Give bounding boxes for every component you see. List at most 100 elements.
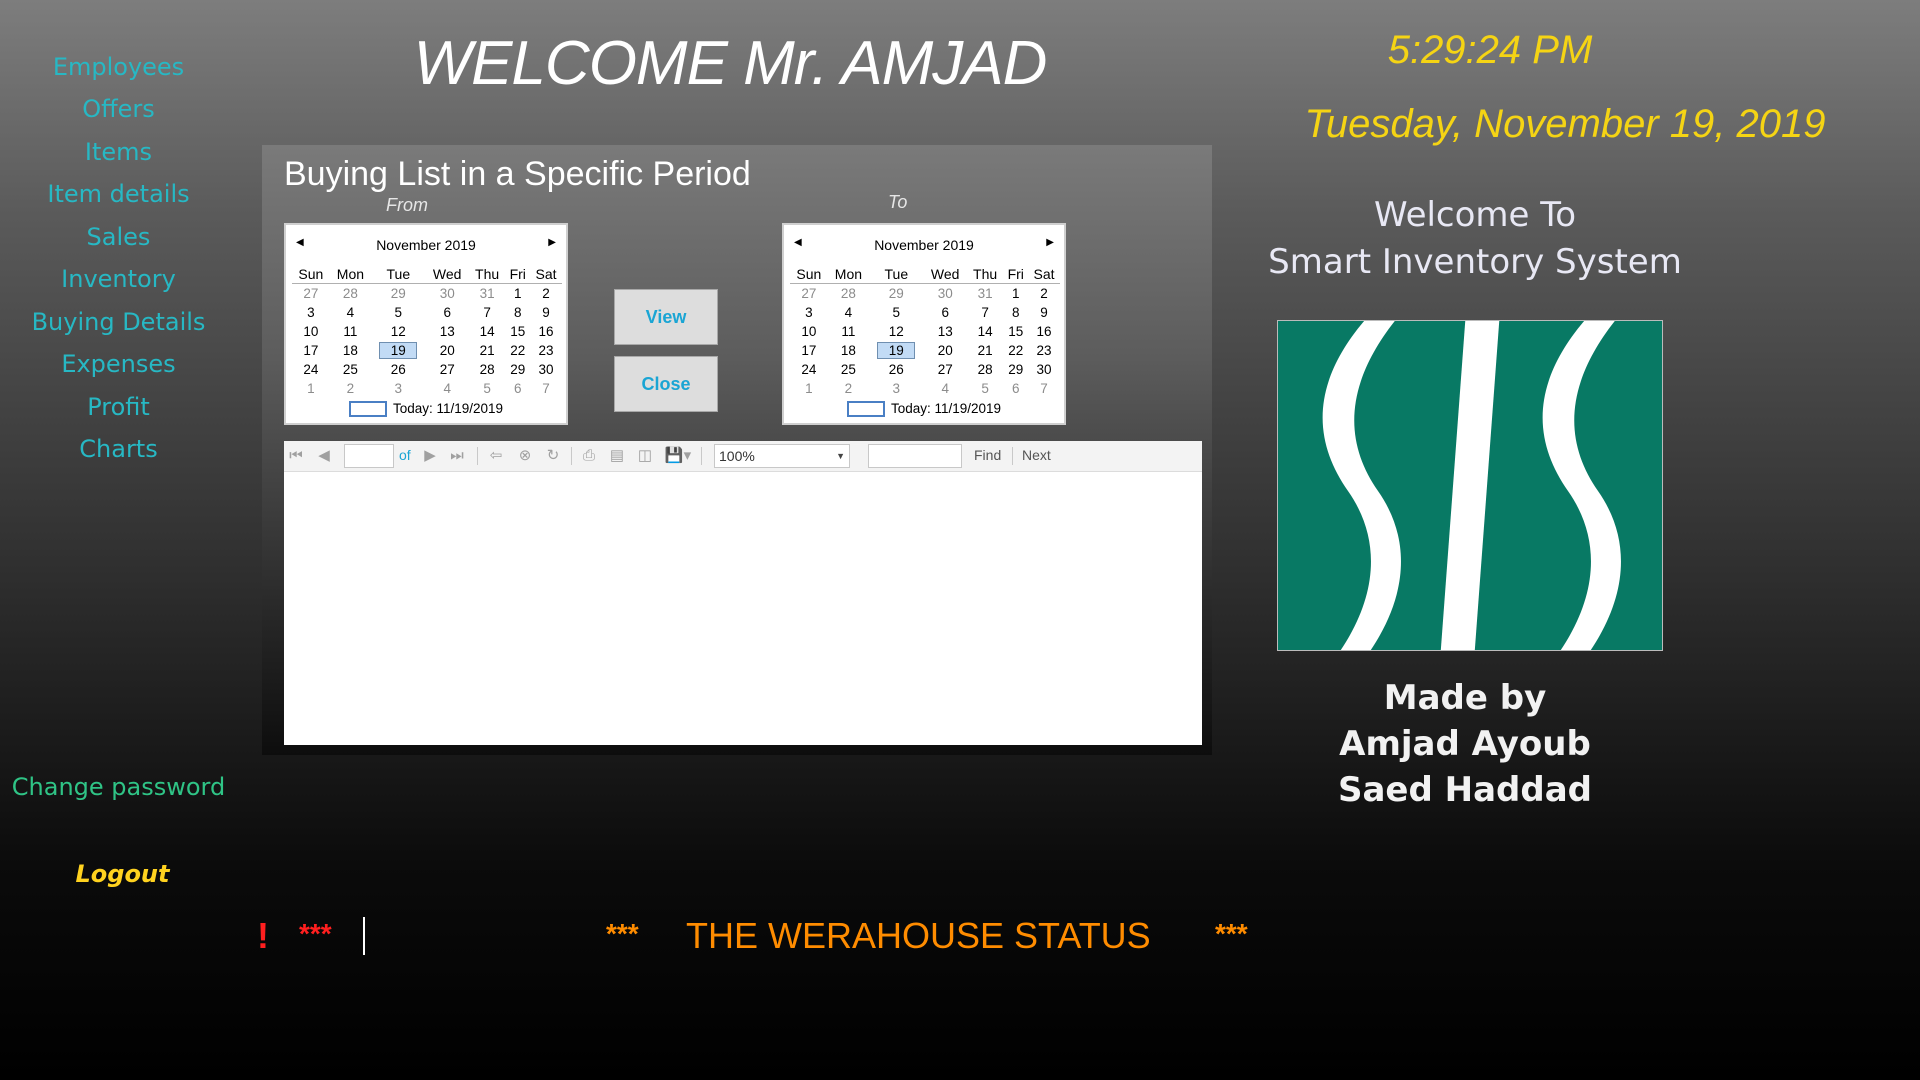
- back-icon[interactable]: ⇦: [488, 445, 504, 465]
- previous-page-icon[interactable]: ◀: [316, 445, 332, 465]
- calendar-day[interactable]: 9: [1028, 303, 1060, 322]
- calendar-day[interactable]: 4: [828, 303, 869, 322]
- zoom-select[interactable]: 100% ▼: [714, 444, 850, 468]
- from-calendar[interactable]: ◀ November 2019 ▶ Sun Mon Tue Wed Thu Fri Sat …: [284, 223, 568, 425]
- export-icon[interactable]: 💾▾: [664, 445, 692, 465]
- calendar-day[interactable]: 14: [469, 322, 506, 341]
- calendar-day[interactable]: 10: [790, 322, 828, 341]
- sidebar-item-buying-details[interactable]: Buying Details: [0, 308, 237, 336]
- calendar-day[interactable]: 27: [292, 284, 330, 304]
- calendar-day[interactable]: 12: [869, 322, 924, 341]
- calendar-day[interactable]: 19: [869, 341, 924, 360]
- calendar-day[interactable]: 25: [330, 360, 371, 379]
- last-page-icon[interactable]: ⏭: [449, 445, 465, 465]
- print-icon[interactable]: ⎙: [580, 445, 598, 465]
- calendar-day[interactable]: 3: [790, 303, 828, 322]
- view-button[interactable]: View: [614, 289, 718, 345]
- calendar-day[interactable]: 26: [869, 360, 924, 379]
- calendar-day[interactable]: 11: [330, 322, 371, 341]
- calendar-day[interactable]: 6: [426, 303, 469, 322]
- find-button[interactable]: Find: [974, 447, 1001, 463]
- calendar-day[interactable]: 29: [1003, 360, 1028, 379]
- sidebar-item-employees[interactable]: Employees: [0, 53, 237, 81]
- calendar-day[interactable]: 28: [330, 284, 371, 304]
- calendar-day[interactable]: 13: [426, 322, 469, 341]
- calendar-day[interactable]: 26: [371, 360, 426, 379]
- calendar-day[interactable]: 27: [790, 284, 828, 304]
- calendar-day[interactable]: 22: [1003, 341, 1028, 360]
- calendar-day[interactable]: 18: [330, 341, 371, 360]
- refresh-icon[interactable]: ↻: [544, 445, 562, 465]
- sidebar-item-sales[interactable]: Sales: [0, 223, 237, 251]
- calendar-day[interactable]: 6: [1003, 379, 1028, 398]
- sidebar-item-offers[interactable]: Offers: [0, 95, 237, 123]
- find-next-button[interactable]: Next: [1022, 447, 1051, 463]
- stop-icon[interactable]: ⊗: [516, 445, 534, 465]
- from-calendar-next-icon[interactable]: ▶: [548, 237, 556, 248]
- calendar-day[interactable]: 2: [1028, 284, 1060, 304]
- calendar-day[interactable]: 19: [371, 341, 426, 360]
- calendar-day[interactable]: 15: [1003, 322, 1028, 341]
- calendar-day[interactable]: 3: [292, 303, 330, 322]
- calendar-day[interactable]: 18: [828, 341, 869, 360]
- calendar-day[interactable]: 4: [924, 379, 967, 398]
- page-number-input[interactable]: [344, 444, 394, 468]
- calendar-day[interactable]: 11: [828, 322, 869, 341]
- calendar-day[interactable]: 6: [924, 303, 967, 322]
- calendar-day[interactable]: 16: [530, 322, 562, 341]
- first-page-icon[interactable]: ⏮: [288, 445, 304, 465]
- calendar-day[interactable]: 17: [790, 341, 828, 360]
- from-calendar-today[interactable]: Today: 11/19/2019: [286, 401, 566, 417]
- calendar-day[interactable]: 30: [1028, 360, 1060, 379]
- calendar-day[interactable]: 2: [330, 379, 371, 398]
- find-input[interactable]: [868, 444, 962, 468]
- calendar-day[interactable]: 3: [371, 379, 426, 398]
- close-button[interactable]: Close: [614, 356, 718, 412]
- calendar-day[interactable]: 21: [967, 341, 1004, 360]
- to-calendar-today[interactable]: Today: 11/19/2019: [784, 401, 1064, 417]
- calendar-day[interactable]: 12: [371, 322, 426, 341]
- calendar-day[interactable]: 5: [967, 379, 1004, 398]
- report-viewer[interactable]: ⏮ ◀ of ▶ ⏭ ⇦ ⊗ ↻ ⎙ ▤ ◫ 💾▾ 100% ▼ Find Nex…: [284, 441, 1202, 745]
- calendar-day[interactable]: 14: [967, 322, 1004, 341]
- calendar-day[interactable]: 20: [924, 341, 967, 360]
- calendar-day[interactable]: 25: [828, 360, 869, 379]
- to-calendar-next-icon[interactable]: ▶: [1046, 237, 1054, 248]
- calendar-day[interactable]: 7: [967, 303, 1004, 322]
- calendar-day[interactable]: 2: [530, 284, 562, 304]
- calendar-day[interactable]: 9: [530, 303, 562, 322]
- calendar-day[interactable]: 8: [1003, 303, 1028, 322]
- calendar-day[interactable]: 24: [790, 360, 828, 379]
- calendar-day[interactable]: 29: [869, 284, 924, 304]
- calendar-day[interactable]: 1: [505, 284, 530, 304]
- calendar-day[interactable]: 4: [330, 303, 371, 322]
- page-setup-icon[interactable]: ◫: [636, 445, 654, 465]
- calendar-day[interactable]: 7: [1028, 379, 1060, 398]
- calendar-day[interactable]: 16: [1028, 322, 1060, 341]
- calendar-day[interactable]: 1: [1003, 284, 1028, 304]
- print-layout-icon[interactable]: ▤: [608, 445, 626, 465]
- calendar-day[interactable]: 5: [869, 303, 924, 322]
- calendar-day[interactable]: 28: [469, 360, 506, 379]
- calendar-day[interactable]: 15: [505, 322, 530, 341]
- calendar-day[interactable]: 17: [292, 341, 330, 360]
- to-calendar[interactable]: ◀ November 2019 ▶ Sun Mon Tue Wed Thu Fri Sat …: [782, 223, 1066, 425]
- calendar-day[interactable]: 2: [828, 379, 869, 398]
- calendar-day[interactable]: 24: [292, 360, 330, 379]
- calendar-day[interactable]: 23: [1028, 341, 1060, 360]
- sidebar-item-items[interactable]: Items: [0, 138, 237, 166]
- calendar-day[interactable]: 29: [371, 284, 426, 304]
- calendar-day[interactable]: 22: [505, 341, 530, 360]
- calendar-day[interactable]: 5: [371, 303, 426, 322]
- calendar-day[interactable]: 6: [505, 379, 530, 398]
- calendar-day[interactable]: 27: [924, 360, 967, 379]
- calendar-day[interactable]: 10: [292, 322, 330, 341]
- sidebar-item-profit[interactable]: Profit: [0, 393, 237, 421]
- sidebar-item-item-details[interactable]: Item details: [0, 180, 237, 208]
- logout-button[interactable]: Logout: [50, 860, 195, 888]
- calendar-day[interactable]: 5: [469, 379, 506, 398]
- calendar-day[interactable]: 8: [505, 303, 530, 322]
- calendar-day[interactable]: 29: [505, 360, 530, 379]
- calendar-day[interactable]: 30: [426, 284, 469, 304]
- calendar-day[interactable]: 28: [828, 284, 869, 304]
